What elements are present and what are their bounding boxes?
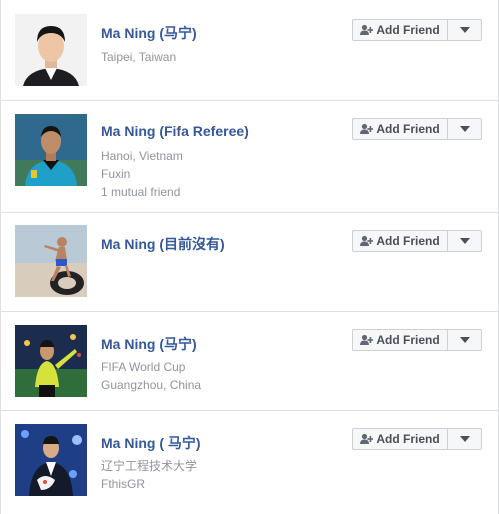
- result-row: Ma Ning (马宁) FIFA World Cup Guangzhou, C…: [1, 312, 498, 411]
- chevron-down-icon: [459, 436, 470, 442]
- profile-photo[interactable]: [15, 424, 87, 496]
- chevron-down-icon: [459, 238, 470, 244]
- add-friend-icon: [360, 123, 374, 134]
- more-options-dropdown[interactable]: [448, 19, 482, 41]
- add-friend-button[interactable]: Add Friend: [352, 118, 448, 140]
- friend-button-group: Add Friend: [352, 19, 482, 41]
- profile-photo[interactable]: [15, 325, 87, 397]
- add-friend-icon: [360, 24, 374, 35]
- chevron-down-icon: [459, 337, 470, 343]
- work-text: FIFA World Cup: [101, 360, 186, 374]
- add-friend-button[interactable]: Add Friend: [352, 19, 448, 41]
- result-row: Ma Ning ( 马宁) 辽宁工程技术大学 FthisGR Add Frien…: [1, 411, 498, 514]
- result-row: Ma Ning (目前沒有) Add Friend: [1, 213, 498, 312]
- more-options-dropdown[interactable]: [448, 230, 482, 252]
- result-row: Ma Ning (Fifa Referee) Hanoi, Vietnam Fu…: [1, 101, 498, 213]
- location-text: Guangzhou, China: [101, 378, 202, 392]
- add-friend-label: Add Friend: [376, 234, 440, 248]
- add-friend-icon: [360, 433, 374, 444]
- profile-name-link[interactable]: Ma Ning (马宁): [101, 334, 197, 354]
- hometown-text: Fuxin: [101, 167, 131, 181]
- more-options-dropdown[interactable]: [448, 118, 482, 140]
- profile-photo[interactable]: [15, 114, 87, 186]
- profile-name-link[interactable]: Ma Ning (马宁): [101, 23, 197, 43]
- friend-button-group: Add Friend: [352, 230, 482, 252]
- add-friend-button[interactable]: Add Friend: [352, 428, 448, 450]
- profile-photo[interactable]: [15, 225, 87, 297]
- friend-button-group: Add Friend: [352, 118, 482, 140]
- add-friend-icon: [360, 334, 374, 345]
- add-friend-icon: [360, 235, 374, 246]
- chevron-down-icon: [459, 27, 470, 33]
- mutual-friends-text: 1 mutual friend: [101, 185, 181, 199]
- detail-text: FthisGR: [101, 477, 146, 491]
- education-text: 辽宁工程技术大学: [101, 459, 198, 473]
- profile-photo[interactable]: [15, 14, 87, 86]
- add-friend-label: Add Friend: [376, 23, 440, 37]
- add-friend-label: Add Friend: [376, 122, 440, 136]
- search-results-list: Ma Ning (马宁) Taipei, Taiwan Add Friend M…: [0, 0, 499, 514]
- add-friend-button[interactable]: Add Friend: [352, 329, 448, 351]
- more-options-dropdown[interactable]: [448, 428, 482, 450]
- result-row: Ma Ning (马宁) Taipei, Taiwan Add Friend: [1, 0, 498, 101]
- add-friend-label: Add Friend: [376, 432, 440, 446]
- chevron-down-icon: [459, 126, 470, 132]
- profile-name-link[interactable]: Ma Ning (目前沒有): [101, 234, 225, 254]
- location-text: Taipei, Taiwan: [101, 50, 177, 64]
- profile-name-link[interactable]: Ma Ning (Fifa Referee): [101, 123, 249, 139]
- friend-button-group: Add Friend: [352, 428, 482, 450]
- more-options-dropdown[interactable]: [448, 329, 482, 351]
- profile-name-link[interactable]: Ma Ning ( 马宁): [101, 433, 201, 453]
- add-friend-button[interactable]: Add Friend: [352, 230, 448, 252]
- friend-button-group: Add Friend: [352, 329, 482, 351]
- add-friend-label: Add Friend: [376, 333, 440, 347]
- location-text: Hanoi, Vietnam: [101, 149, 183, 163]
